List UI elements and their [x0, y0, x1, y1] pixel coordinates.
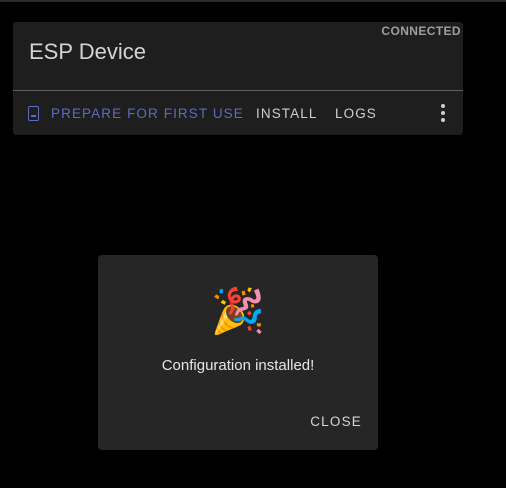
dialog-message: Configuration installed! — [161, 357, 315, 374]
more-vert-icon[interactable] — [435, 104, 451, 122]
close-button[interactable]: CLOSE — [310, 414, 362, 429]
device-title: ESP Device — [29, 39, 146, 64]
prepare-first-use-button[interactable]: PREPARE FOR FIRST USE — [28, 91, 244, 135]
logs-button[interactable]: LOGS — [335, 91, 377, 135]
install-button[interactable]: INSTALL — [256, 91, 317, 135]
connection-status: CONNECTED — [381, 24, 461, 38]
window-top-border — [0, 0, 506, 2]
card-actions: PREPARE FOR FIRST USE INSTALL LOGS — [13, 91, 463, 135]
success-dialog: 🎉 Configuration installed! CLOSE — [98, 255, 378, 450]
install-label: INSTALL — [256, 105, 318, 121]
more-dot — [441, 118, 445, 122]
party-popper-icon: 🎉 — [210, 287, 266, 336]
device-card: CONNECTED ESP Device PREPARE FOR FIRST U… — [13, 22, 463, 135]
phone-install-icon — [28, 105, 39, 121]
more-dot — [441, 111, 445, 115]
logs-label: LOGS — [335, 105, 377, 121]
more-dot — [441, 104, 445, 108]
prepare-first-use-label: PREPARE FOR FIRST USE — [51, 105, 244, 121]
